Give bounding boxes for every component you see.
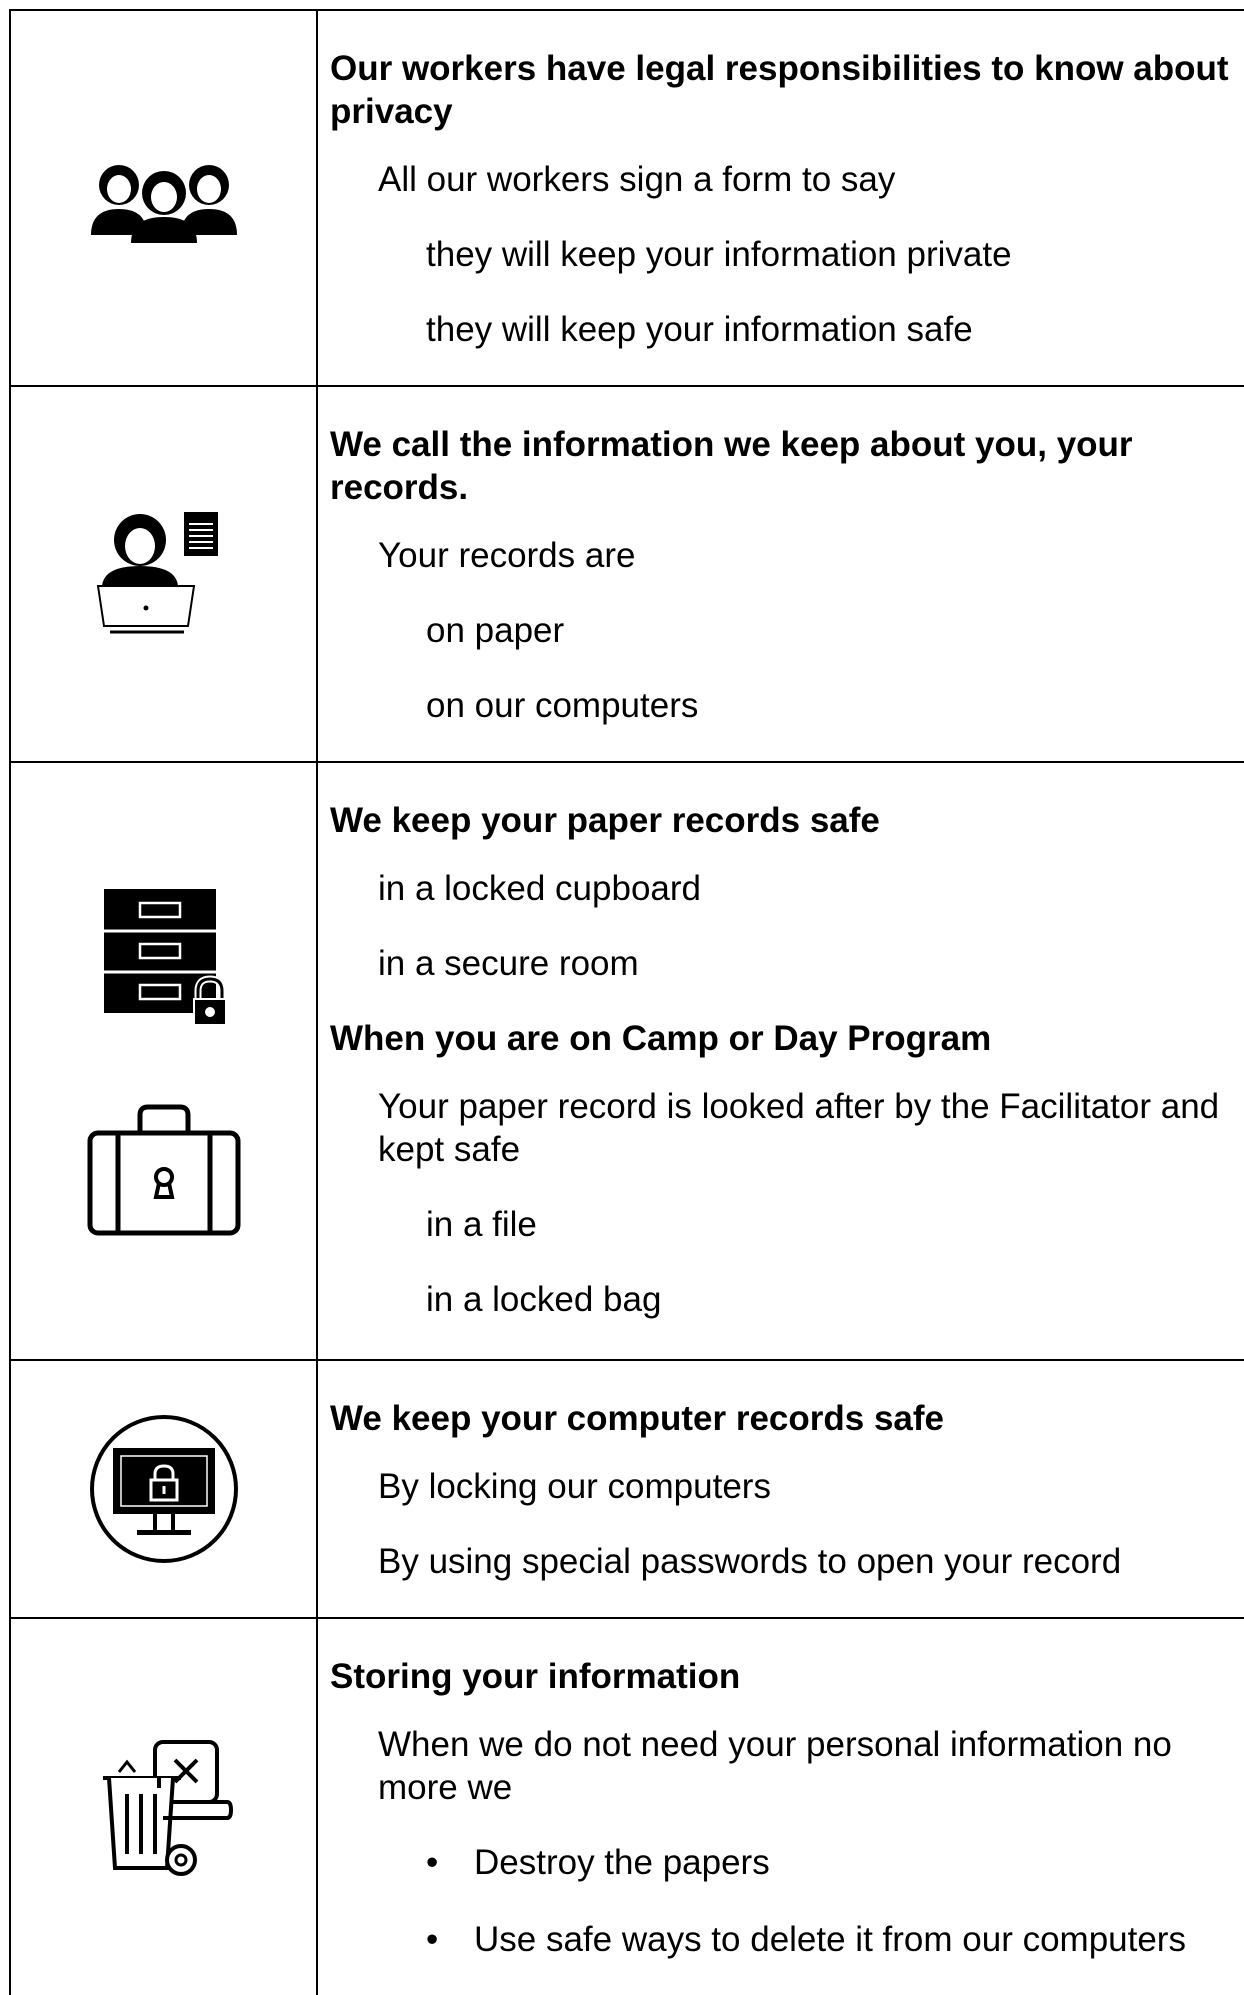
table-row: We keep your paper records safe in a loc… <box>9 761 1244 1361</box>
person-at-laptop-with-document-icon <box>96 512 218 634</box>
info-table: Our workers have legal responsibilities … <box>9 9 1244 1995</box>
text-cell: Our workers have legal responsibilities … <box>316 9 1244 387</box>
row-line: When we do not need your personal inform… <box>378 1725 1172 1807</box>
icon-cell <box>9 761 318 1361</box>
text-cell: Storing your information When we do not … <box>316 1617 1244 1995</box>
locked-suitcase-icon <box>87 1104 240 1236</box>
row-line: All our workers sign a form to say <box>378 160 896 199</box>
row-heading: We keep your computer records safe <box>330 1399 945 1438</box>
icon-cell <box>9 385 318 763</box>
row-line: in a secure room <box>378 944 639 983</box>
bullet-text: Destroy the papers <box>474 1843 770 1882</box>
row-line: Your paper record is looked after by the… <box>378 1087 1220 1169</box>
table-row: We keep your computer records safe By lo… <box>9 1359 1244 1619</box>
row-line: By locking our computers <box>378 1467 771 1506</box>
row-subline: on paper <box>426 611 565 650</box>
row-subline: they will keep your information private <box>426 235 1012 274</box>
row-heading: We call the information we keep about yo… <box>330 425 1133 507</box>
row-line: in a locked cupboard <box>378 869 701 908</box>
row-line: Your records are <box>378 536 636 575</box>
row-heading: Our workers have legal responsibilities … <box>330 49 1229 131</box>
row-heading: Storing your information <box>330 1657 741 1696</box>
icon-cell <box>9 9 318 387</box>
bullet-item: • Use safe ways to delete it from our com… <box>426 1918 1244 1961</box>
table-row: Our workers have legal responsibilities … <box>9 9 1244 387</box>
row-line: By using special passwords to open your … <box>378 1542 1122 1581</box>
icon-cell <box>9 1359 318 1619</box>
text-cell: We keep your paper records safe in a loc… <box>316 761 1244 1361</box>
three-people-icon <box>90 165 237 243</box>
text-cell: We keep your computer records safe By lo… <box>316 1359 1244 1619</box>
locked-filing-cabinet-icon <box>103 889 227 1026</box>
row-subline: in a locked bag <box>426 1280 662 1319</box>
table-row: Storing your information When we do not … <box>9 1617 1244 1995</box>
text-cell: We call the information we keep about yo… <box>316 385 1244 763</box>
bullet-item: • Destroy the papers <box>426 1841 1244 1884</box>
bullet-text: Use safe ways to delete it from our comp… <box>474 1920 1186 1959</box>
row-heading: When you are on Camp or Day Program <box>330 1019 992 1058</box>
table-row: We call the information we keep about yo… <box>9 385 1244 763</box>
icon-cell <box>9 1617 318 1995</box>
row-heading: We keep your paper records safe <box>330 801 880 840</box>
row-subline: on our computers <box>426 686 699 725</box>
bin-with-document-icon <box>102 1740 233 1876</box>
row-subline: in a file <box>426 1205 537 1244</box>
row-subline: they will keep your information safe <box>426 310 973 349</box>
bullet-glyph: • <box>426 1920 439 1959</box>
locked-computer-icon <box>89 1415 238 1563</box>
bullet-glyph: • <box>426 1843 439 1882</box>
